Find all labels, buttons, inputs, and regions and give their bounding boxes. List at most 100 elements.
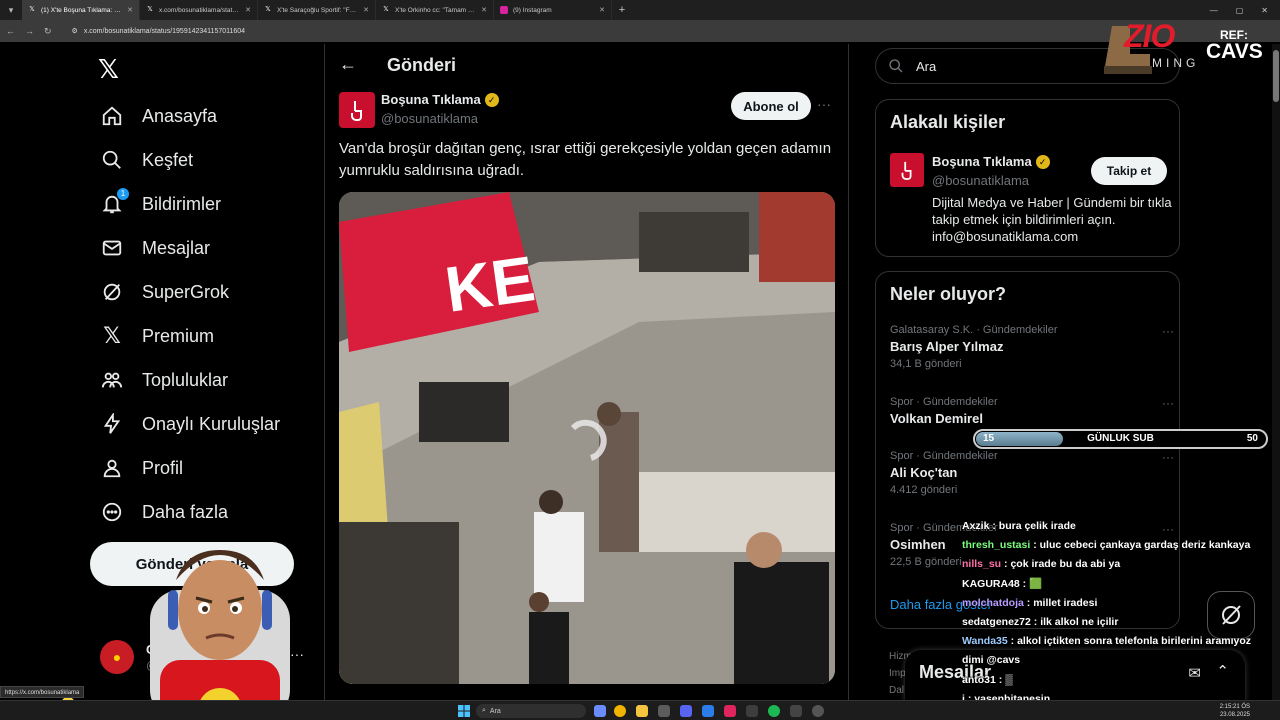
tab-title: x.com/bosunatiklama/status/19: [159, 6, 241, 14]
back-nav-icon[interactable]: ←: [6, 26, 15, 36]
tab-close-icon[interactable]: ✕: [245, 6, 251, 14]
nav-item-communities[interactable]: Topluluklar: [100, 360, 228, 400]
nav-item-home[interactable]: Anasayfa: [100, 96, 217, 136]
related-name[interactable]: Boşuna Tıklama ✓: [932, 154, 1050, 169]
author-handle[interactable]: @bosunatiklama: [381, 111, 478, 126]
trend-item[interactable]: Galatasaray S.K. · Gündemdekiler Barış A…: [890, 324, 1174, 370]
chat-username: KAGURA48: [962, 577, 1020, 590]
scrollbar-thumb[interactable]: [1273, 50, 1279, 102]
tab-title: X'te Orkinho cc: "Tamam mı de: [395, 6, 477, 14]
close-window-icon[interactable]: ✕: [1261, 6, 1268, 15]
back-arrow-icon[interactable]: ←: [339, 54, 357, 75]
browser-tab[interactable]: (9) Instagram ✕: [494, 0, 612, 20]
windows-start-icon[interactable]: [458, 705, 470, 717]
chat-separator: :: [1030, 539, 1040, 552]
trend-more-icon[interactable]: ···: [1162, 324, 1174, 338]
minimize-icon[interactable]: —: [1210, 6, 1218, 15]
chat-text: millet iradesi: [1033, 596, 1098, 609]
trends-title: Neler oluyor?: [890, 284, 1007, 304]
search-icon: [100, 148, 124, 172]
address-bar: ← → ↻ ⚙ x.com/bosunatiklama/status/19591…: [0, 20, 1280, 42]
nav-item-notifications[interactable]: 1 Bildirimler: [100, 184, 221, 224]
clock-time: 2:15:21 ÖS: [1219, 704, 1250, 710]
follow-button[interactable]: Takip et: [1091, 157, 1167, 185]
x-favicon-icon: 𝕏: [147, 6, 153, 13]
folder-icon[interactable]: [636, 705, 648, 717]
tab-close-icon[interactable]: ✕: [127, 6, 133, 14]
chat-text: 🟩: [1029, 577, 1043, 590]
spotify-icon[interactable]: [768, 705, 780, 717]
maximize-icon[interactable]: ▢: [1236, 6, 1244, 15]
app-icon[interactable]: [724, 705, 736, 717]
trend-context: Spor · Gündemdekiler: [890, 450, 998, 462]
nav-item-premium[interactable]: 𝕏 Premium: [100, 316, 214, 356]
post-video[interactable]: KE: [339, 192, 835, 684]
lightning-icon: [100, 412, 124, 436]
more-circle-icon: [100, 500, 124, 524]
tab-close-icon[interactable]: ✕: [481, 6, 487, 14]
discord-icon[interactable]: [680, 705, 692, 717]
trend-more-icon[interactable]: ···: [1162, 396, 1174, 410]
status-url: https://x.com/bosunatiklama: [0, 686, 85, 698]
browser-tab[interactable]: 𝕏 x.com/bosunatiklama/status/19 ✕: [140, 0, 258, 20]
chrome-icon[interactable]: [614, 705, 626, 717]
nav-label: Profil: [142, 457, 184, 478]
related-title: Alakalı kişiler: [890, 112, 1006, 132]
taskbar-search[interactable]: ⌕ Ara: [476, 704, 586, 718]
post-more-icon[interactable]: ···: [817, 96, 831, 112]
nav-item-profile[interactable]: Profil: [100, 448, 183, 488]
chat-message: KAGURA48 : 🟩: [962, 575, 1274, 594]
app-icon[interactable]: [812, 705, 824, 717]
related-handle[interactable]: @bosunatiklama: [932, 173, 1029, 188]
tab-menu-icon[interactable]: ▾: [0, 0, 22, 20]
nav-label: Bildirimler: [142, 193, 222, 214]
page-title: Gönderi: [387, 55, 457, 75]
related-avatar[interactable]: [890, 153, 924, 187]
taskbar-clock[interactable]: 2:15:21 ÖS 23.08.2025: [1220, 703, 1250, 719]
chat-message: sedatgenez72 : ilk alkol ne içilir: [962, 613, 1274, 632]
chat-separator: :: [989, 520, 999, 532]
author-name[interactable]: Boşuna Tıklama ✓: [381, 92, 499, 107]
nav-item-messages[interactable]: Mesajlar: [100, 228, 210, 268]
trend-item[interactable]: Spor · Gündemdekiler Ali Koç'tan 4.412 g…: [890, 450, 1174, 496]
site-info-icon[interactable]: ⚙: [72, 27, 78, 35]
app-icon[interactable]: [790, 705, 802, 717]
tab-close-icon[interactable]: ✕: [599, 6, 605, 14]
x-logo-icon[interactable]: 𝕏: [98, 54, 119, 85]
nav-item-supergrok[interactable]: SuperGrok: [100, 272, 229, 312]
chat-text: çok irade bu da abi ya: [1010, 558, 1121, 571]
x-favicon-icon: 𝕏: [265, 6, 271, 13]
app-icon[interactable]: [746, 705, 758, 717]
tab-close-icon[interactable]: ✕: [363, 6, 369, 14]
nav-item-verified-orgs[interactable]: Onaylı Kuruluşlar: [100, 404, 280, 444]
app-icon[interactable]: [702, 705, 714, 717]
chat-text: dimi @cavs: [962, 654, 1021, 667]
chat-message: Wanda35 : alkol içtikten sonra telefonla…: [962, 632, 1274, 651]
subscribe-button[interactable]: Abone ol: [731, 92, 811, 120]
browser-tab[interactable]: 𝕏 (1) X'te Boşuna Tıklama: "Van'da ✕: [22, 0, 140, 20]
forward-nav-icon[interactable]: →: [25, 26, 34, 36]
url-field[interactable]: ⚙ x.com/bosunatiklama/status/19591423411…: [62, 23, 256, 39]
trend-context: Spor · Gündemdekiler: [890, 396, 998, 408]
trend-item[interactable]: Spor · Gündemdekiler Volkan Demirel ···: [890, 396, 1174, 426]
browser-tab[interactable]: 𝕏 X'te Saraçoğlu Sportif: "Fenerba ✕: [258, 0, 376, 20]
nav-label: SuperGrok: [142, 281, 230, 302]
trend-more-icon[interactable]: ···: [1162, 450, 1174, 464]
trend-topic: Ali Koç'tan: [890, 465, 958, 480]
tab-title: (9) Instagram: [513, 6, 552, 14]
copilot-icon[interactable]: [594, 705, 606, 717]
nav-item-explore[interactable]: Keşfet: [100, 140, 193, 180]
stream-chat: Axzik : bura çelik irade thresh_ustasi : …: [962, 517, 1274, 709]
new-tab-button[interactable]: +: [612, 4, 632, 16]
search-placeholder: Ara: [916, 58, 937, 74]
browser-tab[interactable]: 𝕏 X'te Orkinho cc: "Tamam mı de ✕: [376, 0, 494, 20]
chat-message: Axzik : bura çelik irade: [962, 517, 1274, 536]
sub-goal-label: GÜNLUK SUB: [1087, 433, 1154, 444]
app-icon[interactable]: [658, 705, 670, 717]
taskbar-search-text: Ara: [489, 707, 501, 715]
sub-goal-target: 50: [1246, 433, 1258, 444]
sub-goal-bar: 15 GÜNLUK SUB 50: [973, 429, 1268, 449]
x-favicon-icon: 𝕏: [383, 6, 389, 13]
reload-icon[interactable]: ↻: [44, 26, 52, 37]
author-avatar[interactable]: [339, 92, 375, 128]
